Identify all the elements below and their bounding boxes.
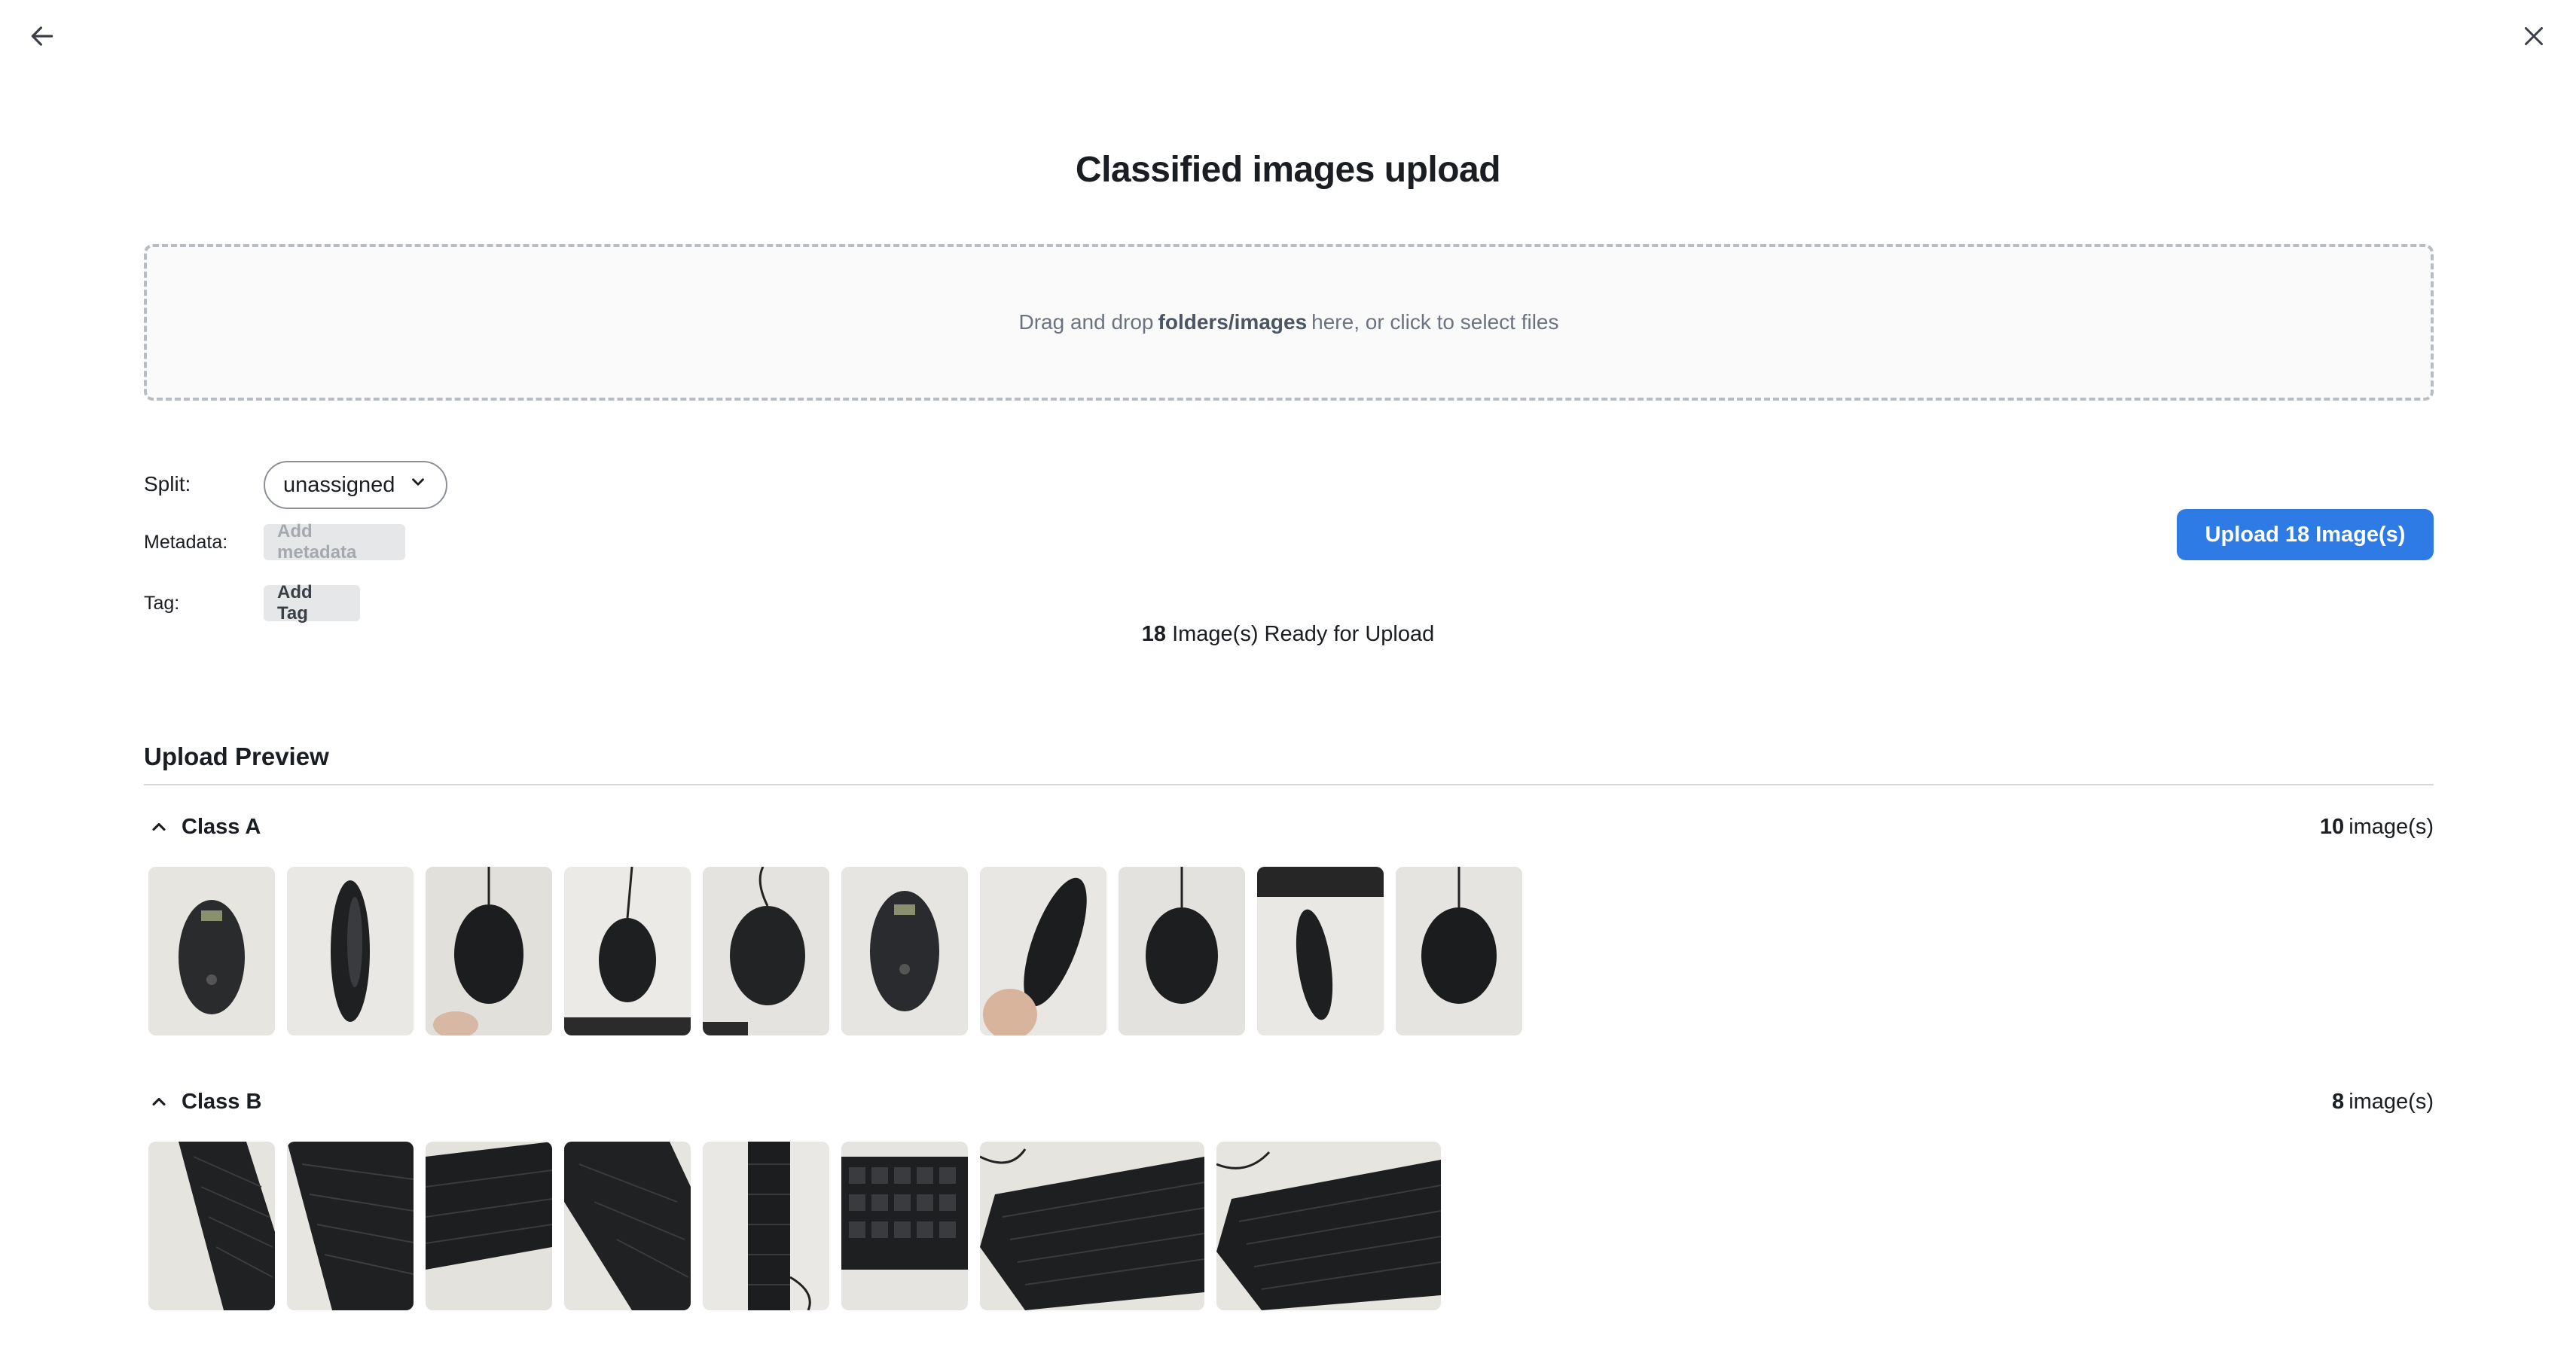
thumbnail-mouse[interactable] — [1396, 867, 1522, 1035]
ready-status: 18 Image(s) Ready for Upload — [0, 622, 2576, 647]
dropzone-text-before: Drag and drop — [1018, 310, 1154, 334]
class-name: Class A — [182, 814, 261, 839]
split-label: Split: — [144, 472, 191, 496]
class-name: Class B — [182, 1089, 262, 1114]
thumbnail-mouse[interactable] — [1257, 867, 1384, 1035]
class-image-count: 10 image(s) — [2320, 815, 2434, 840]
class-a-thumbnails — [148, 867, 1522, 1035]
thumbnail-mouse[interactable] — [287, 867, 414, 1035]
thumbnail-mouse[interactable] — [148, 867, 275, 1035]
thumbnail-keyboard[interactable] — [426, 1142, 552, 1310]
thumbnail-mouse[interactable] — [703, 867, 829, 1035]
chevron-up-icon[interactable] — [144, 812, 174, 842]
thumbnail-mouse[interactable] — [426, 867, 552, 1035]
thumbnail-keyboard[interactable] — [1216, 1142, 1441, 1310]
class-count-value: 10 — [2319, 814, 2345, 839]
split-select[interactable]: unassigned — [264, 461, 447, 509]
thumbnail-mouse[interactable] — [841, 867, 968, 1035]
thumbnail-keyboard[interactable] — [841, 1142, 968, 1310]
add-tag-button[interactable]: Add Tag — [264, 582, 360, 624]
upload-preview-title: Upload Preview — [144, 743, 329, 770]
ready-text: Image(s) Ready for Upload — [1172, 622, 1435, 646]
thumbnail-keyboard[interactable] — [564, 1142, 691, 1310]
class-count-value: 8 — [2332, 1089, 2345, 1114]
upload-modal: Classified images upload Drag and drop f… — [0, 0, 2576, 1357]
thumbnail-keyboard[interactable] — [980, 1142, 1204, 1310]
file-dropzone[interactable]: Drag and drop folders/images here, or cl… — [144, 244, 2434, 401]
class-image-count: 8 image(s) — [2332, 1090, 2434, 1115]
class-count-suffix: image(s) — [2349, 1089, 2434, 1114]
chevron-down-icon — [408, 472, 428, 498]
upload-images-button[interactable]: Upload 18 Image(s) — [2177, 509, 2434, 560]
class-b-header: Class B 8 image(s) — [144, 1083, 2434, 1121]
close-icon[interactable] — [2514, 17, 2553, 56]
arrow-left-icon[interactable] — [23, 17, 62, 56]
tag-label: Tag: — [144, 593, 180, 614]
thumbnail-keyboard[interactable] — [703, 1142, 829, 1310]
dropzone-text-after: here, or click to select files — [1311, 310, 1559, 334]
metadata-label: Metadata: — [144, 532, 228, 553]
split-value: unassigned — [283, 472, 395, 497]
add-metadata-button[interactable]: Add metadata — [264, 521, 405, 563]
thumbnail-mouse[interactable] — [564, 867, 691, 1035]
class-b-thumbnails — [148, 1142, 1441, 1310]
page-title: Classified images upload — [1075, 150, 1501, 190]
thumbnail-keyboard[interactable] — [148, 1142, 275, 1310]
chevron-up-icon[interactable] — [144, 1087, 174, 1117]
thumbnail-mouse[interactable] — [1119, 867, 1245, 1035]
ready-count: 18 — [1141, 622, 1167, 646]
thumbnail-mouse[interactable] — [980, 867, 1106, 1035]
class-count-suffix: image(s) — [2349, 814, 2434, 839]
divider — [144, 784, 2434, 785]
dropzone-text-bold: folders/images — [1158, 310, 1308, 334]
class-a-header: Class A 10 image(s) — [144, 808, 2434, 846]
thumbnail-keyboard[interactable] — [287, 1142, 414, 1310]
